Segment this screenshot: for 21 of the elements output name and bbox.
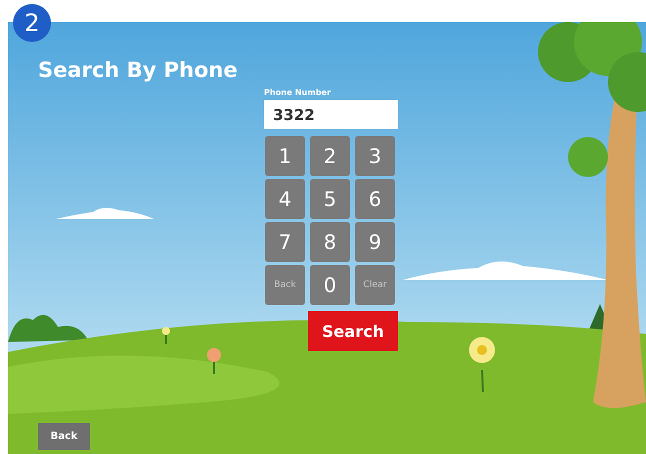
flower-drawing xyxy=(162,327,170,344)
action-key[interactable]: Back xyxy=(265,265,305,305)
digit-key[interactable]: 7 xyxy=(265,222,305,262)
digit-key[interactable]: 5 xyxy=(310,179,350,219)
back-button[interactable]: Back xyxy=(38,423,90,450)
digit-key[interactable]: 6 xyxy=(355,179,395,219)
action-key[interactable]: Clear xyxy=(355,265,395,305)
page-title: Search By Phone xyxy=(38,57,239,84)
flower-drawing xyxy=(469,337,495,392)
phone-number-field[interactable]: 3322 xyxy=(264,100,398,129)
flower-drawing xyxy=(207,348,221,374)
digit-key[interactable]: 2 xyxy=(310,136,350,176)
step-badge: 2 xyxy=(13,4,51,42)
digit-key[interactable]: 1 xyxy=(265,136,305,176)
digit-key[interactable]: 0 xyxy=(310,265,350,305)
digit-key[interactable]: 8 xyxy=(310,222,350,262)
digit-key[interactable]: 4 xyxy=(265,179,305,219)
search-button[interactable]: Search xyxy=(308,311,398,351)
digit-key[interactable]: 3 xyxy=(355,136,395,176)
digit-key[interactable]: 9 xyxy=(355,222,395,262)
field-label: Phone Number xyxy=(264,88,332,99)
